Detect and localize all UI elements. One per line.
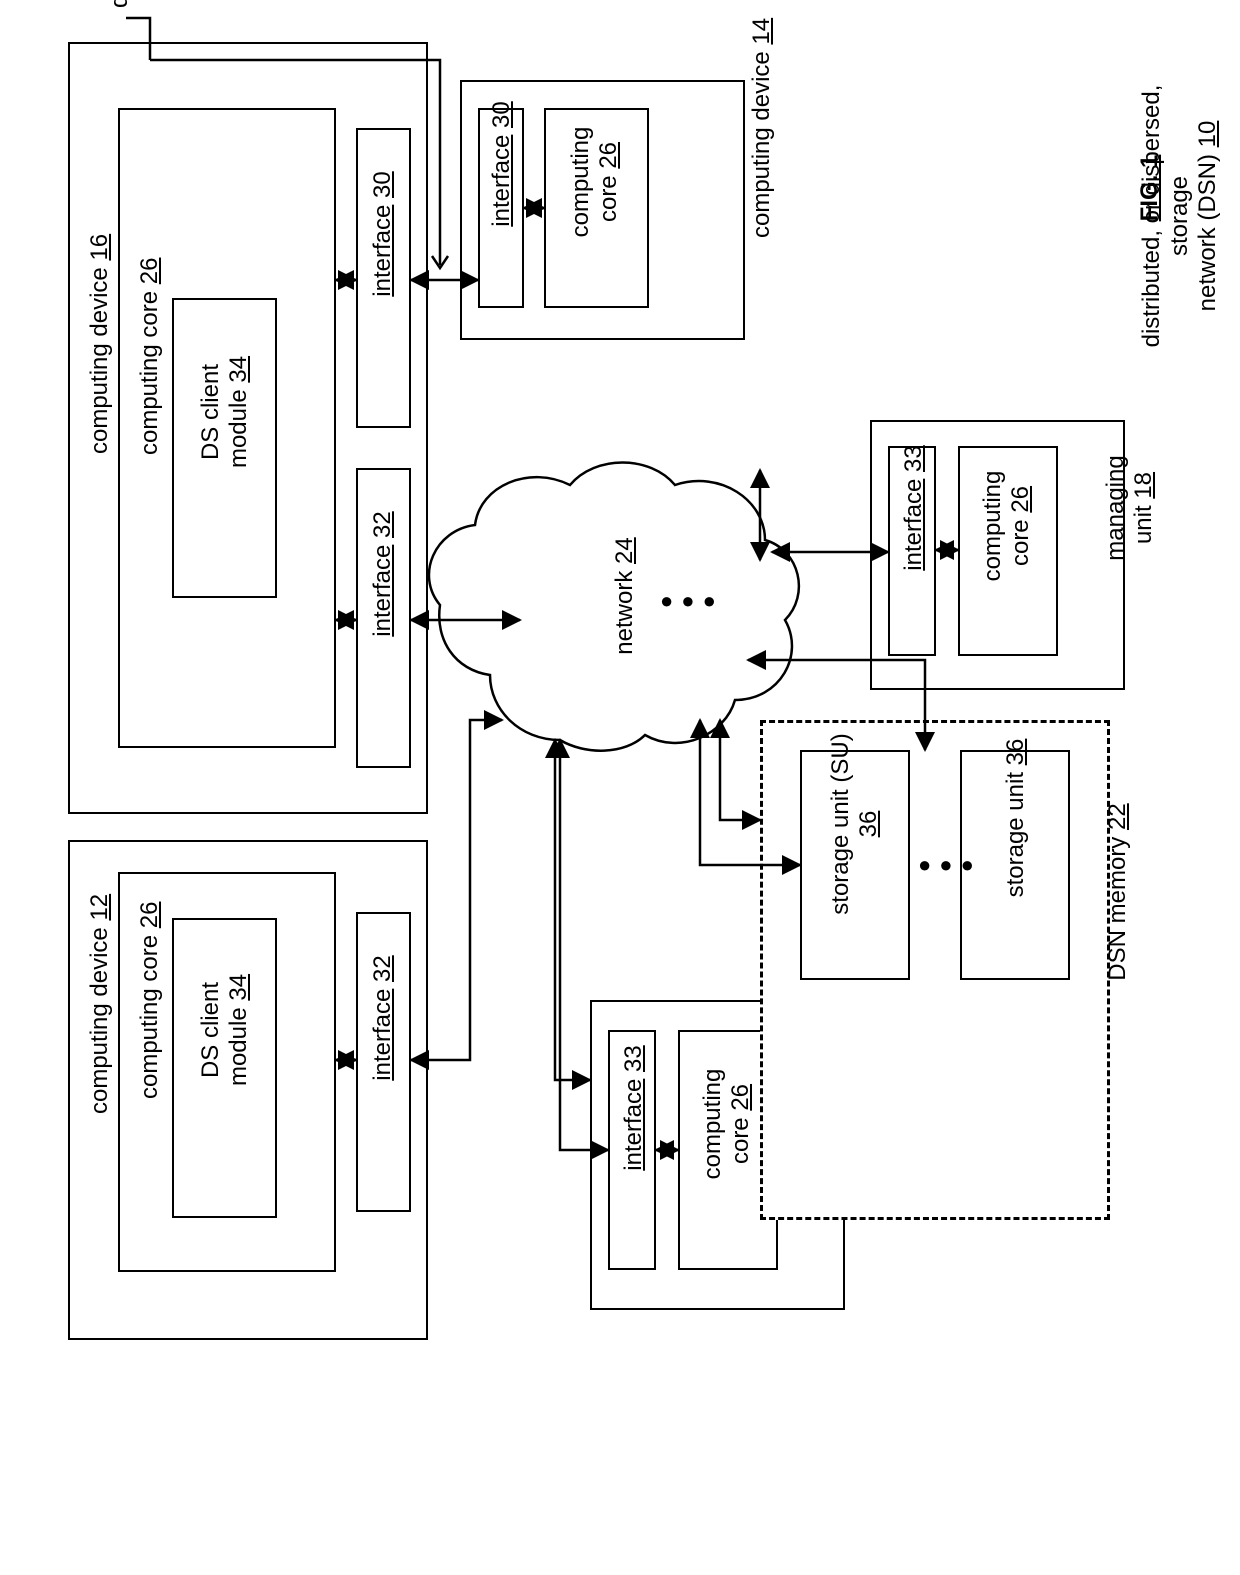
cd16-ds-label: DS clientmodule 34 xyxy=(197,317,253,507)
cd16-iface30-label: interface 30 xyxy=(369,169,397,299)
data-40: data 40 xyxy=(106,0,134,8)
su2-label: storage unit 36 xyxy=(1002,728,1030,908)
cd16-core-label: computing core 26 xyxy=(136,265,164,455)
integrity-iface33-label: interface 33 xyxy=(620,1044,648,1172)
network-label: network 24 xyxy=(611,531,639,661)
dsn-memory-title: DSN memory 22 xyxy=(1104,802,1132,982)
cloud-ellipsis: ●●● xyxy=(660,588,724,614)
cd12-core-label: computing core 26 xyxy=(136,909,164,1099)
diagram: computing device 12 computing core 26 DS… xyxy=(0,0,1240,1575)
su1-label: storage unit (SU)36 xyxy=(827,729,883,919)
cd14-iface30-label: interface 30 xyxy=(488,100,516,228)
cd16-title: computing device 16 xyxy=(86,254,114,454)
cd14-title: computing device 14 xyxy=(748,38,776,238)
managing-core-label: computingcore 26 xyxy=(979,441,1035,611)
integrity-core-label: computingcore 26 xyxy=(699,1039,755,1209)
cd12-title: computing device 12 xyxy=(86,914,114,1114)
cd12-iface32-label: interface 32 xyxy=(369,953,397,1083)
fig-caption: distributed, or dispersed, storage netwo… xyxy=(1138,56,1222,376)
dsn-ellipsis: ●●● xyxy=(918,852,982,878)
managing-title: managingunit 18 xyxy=(1102,418,1158,598)
cd14-core-label: computingcore 26 xyxy=(567,97,623,267)
cd12-ds-label: DS clientmodule 34 xyxy=(197,935,253,1125)
managing-iface33-label: interface 33 xyxy=(900,444,928,572)
cd16-iface32-label: interface 32 xyxy=(369,509,397,639)
